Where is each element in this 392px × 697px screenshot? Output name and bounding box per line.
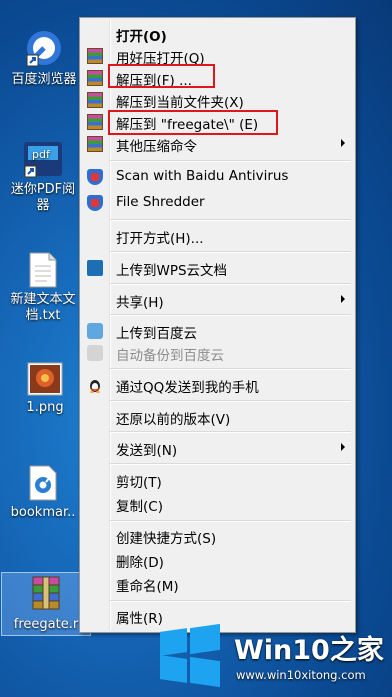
menu-item-copy[interactable]: 复制(C) <box>82 493 353 515</box>
menu-item-label: 上传到WPS云文档 <box>116 263 228 279</box>
menu-separator <box>110 520 351 522</box>
bookmark-file-icon <box>29 465 57 501</box>
win10-watermark: Win10之家 www.win10xitong.com <box>148 610 392 697</box>
menu-item-label: 通过QQ发送到我的手机 <box>116 380 259 396</box>
file-shredder-shield-icon <box>87 195 103 211</box>
menu-separator <box>110 283 351 285</box>
menu-item-send-to[interactable]: 发送到(N) <box>82 437 353 459</box>
watermark-brand-name: Win10 <box>234 635 330 666</box>
rar-archive-icon <box>32 576 60 610</box>
baidu-antivirus-shield-icon <box>87 169 103 185</box>
submenu-arrow-icon <box>341 295 345 303</box>
menu-item-label: 打开(O) <box>116 29 167 45</box>
text-file-icon <box>29 252 57 288</box>
pdf-reader-icon: pdf <box>24 142 62 178</box>
highlight-box-extract-to-folder <box>108 110 278 135</box>
baidu-cloud-icon <box>87 323 103 339</box>
submenu-arrow-icon <box>341 139 345 147</box>
menu-separator <box>110 431 351 433</box>
menu-separator <box>110 251 351 253</box>
haozip-icon <box>87 70 103 86</box>
haozip-icon <box>87 48 103 64</box>
baidu-browser-icon <box>26 31 61 67</box>
menu-separator <box>110 368 351 370</box>
menu-item-extract-here[interactable]: 解压到当前文件夹(X) <box>82 89 353 111</box>
desktop-icon-new-text[interactable]: 新建文本文 档.txt <box>0 252 86 324</box>
desktop-icon-bookmark[interactable]: bookmar.. <box>0 465 86 521</box>
menu-item-upload-wps[interactable]: 上传到WPS云文档 <box>82 257 353 279</box>
menu-separator <box>110 400 351 402</box>
menu-item-label: File Shredder <box>116 194 205 210</box>
desktop-icon-freegate-rar[interactable]: freegate.r <box>1 572 91 636</box>
desktop-icon-png[interactable]: 1.png <box>2 362 88 416</box>
menu-item-label: 上传到百度云 <box>116 326 197 342</box>
menu-item-upload-baidu-cloud[interactable]: 上传到百度云 <box>82 320 353 342</box>
menu-item-label: 解压到当前文件夹(X) <box>116 95 244 111</box>
menu-item-rename[interactable]: 重命名(M) <box>82 573 353 595</box>
menu-item-label: Scan with Baidu Antivirus <box>116 168 289 184</box>
menu-item-label: 共享(H) <box>116 295 164 311</box>
menu-item-auto-backup-baidu[interactable]: 自动备份到百度云 <box>82 342 353 364</box>
highlight-box-extract-to <box>108 64 215 88</box>
menu-item-label: 创建快捷方式(S) <box>116 531 217 547</box>
watermark-brand: Win10之家 <box>234 628 384 667</box>
menu-item-scan-baidu[interactable]: Scan with Baidu Antivirus <box>82 166 353 188</box>
menu-item-label: 其他压缩命令 <box>116 139 197 155</box>
menu-item-open-with[interactable]: 打开方式(H)... <box>82 225 353 247</box>
wps-cloud-icon <box>87 260 103 276</box>
menu-separator <box>110 314 351 316</box>
menu-separator <box>110 463 351 465</box>
image-file-icon <box>27 362 63 396</box>
desktop-icon-label: 百度浏览器 <box>11 72 77 87</box>
menu-item-label: 重命名(M) <box>116 579 179 595</box>
watermark-url: www.win10xitong.com <box>236 668 366 682</box>
menu-item-delete[interactable]: 删除(D) <box>82 549 353 571</box>
desktop-icon-label: 1.png <box>26 400 64 415</box>
desktop-icon-label: 新建文本文 档.txt <box>10 292 76 323</box>
desktop-icon-mini-pdf[interactable]: pdf 迷你PDF阅 器 <box>0 140 86 214</box>
watermark-brand-suffix: 之家 <box>329 635 384 666</box>
qq-penguin-icon <box>90 380 100 393</box>
menu-item-file-shredder[interactable]: File Shredder <box>82 192 353 214</box>
windows-logo-icon <box>160 623 220 688</box>
svg-text:pdf: pdf <box>32 148 51 161</box>
menu-item-send-qq-phone[interactable]: 通过QQ发送到我的手机 <box>82 374 353 396</box>
haozip-icon <box>87 92 103 108</box>
menu-separator <box>110 219 351 221</box>
menu-item-share[interactable]: 共享(H) <box>82 289 353 311</box>
desktop-icon-baidu-browser[interactable]: 百度浏览器 <box>1 28 87 88</box>
menu-item-open[interactable]: 打开(O) <box>82 23 353 45</box>
menu-item-label: 复制(C) <box>116 499 163 515</box>
haozip-icon <box>87 114 103 130</box>
menu-item-label: 剪切(T) <box>116 475 162 491</box>
desktop-icon-label: bookmar.. <box>10 505 76 520</box>
menu-separator <box>110 600 351 602</box>
baidu-backup-icon <box>87 345 103 361</box>
menu-item-other-compress[interactable]: 其他压缩命令 <box>82 133 353 155</box>
menu-item-cut[interactable]: 剪切(T) <box>82 469 353 491</box>
menu-item-label: 发送到(N) <box>116 443 178 459</box>
menu-item-label: 打开方式(H)... <box>116 231 204 247</box>
menu-item-label: 删除(D) <box>116 555 164 571</box>
menu-item-restore-versions[interactable]: 还原以前的版本(V) <box>82 406 353 428</box>
menu-item-create-shortcut[interactable]: 创建快捷方式(S) <box>82 525 353 547</box>
menu-item-label: 还原以前的版本(V) <box>116 412 231 428</box>
haozip-icon <box>87 136 103 152</box>
desktop-icon-label: freegate.r <box>13 617 79 632</box>
menu-item-label: 自动备份到百度云 <box>116 348 224 364</box>
desktop-icon-label: 迷你PDF阅 器 <box>10 182 76 213</box>
menu-separator <box>110 160 351 162</box>
submenu-arrow-icon <box>341 443 345 451</box>
